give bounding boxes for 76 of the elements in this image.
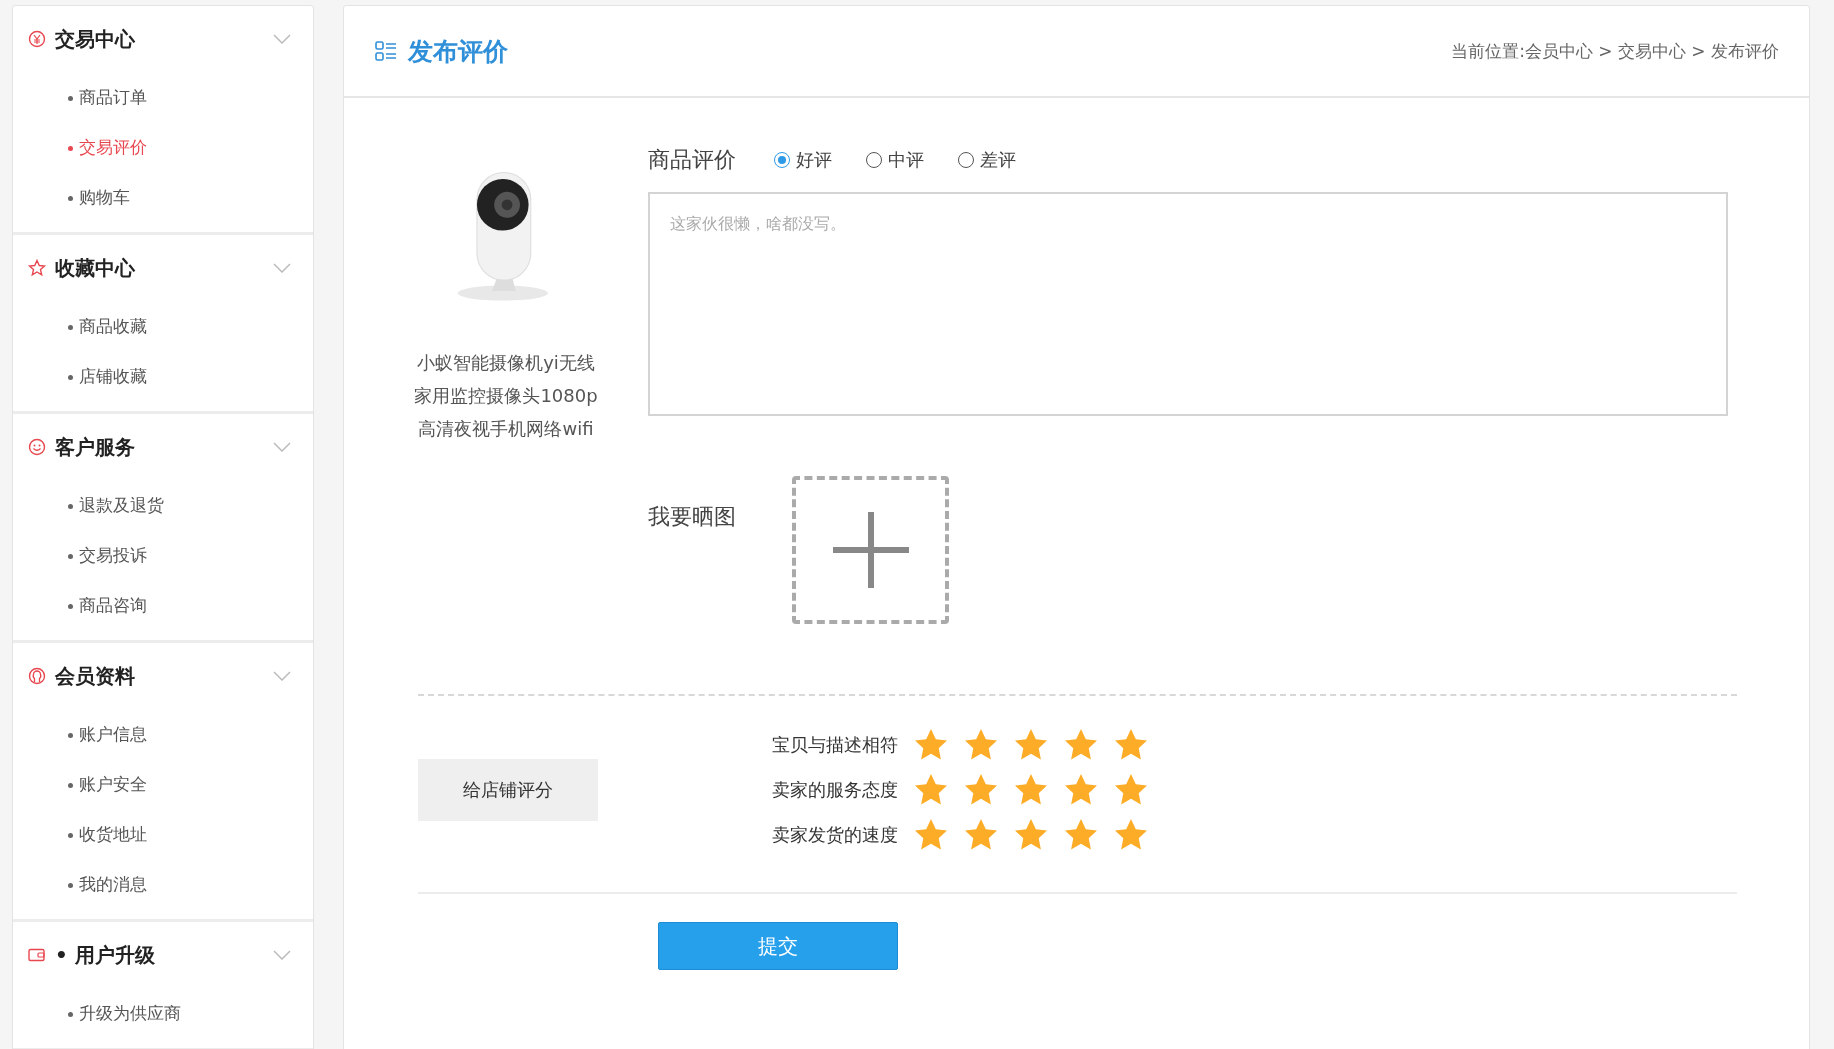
bullet-icon (68, 732, 73, 738)
star-icon[interactable] (1114, 773, 1148, 807)
radio-label: 好评 (796, 148, 832, 172)
sidebar-item[interactable]: 账户安全 (79, 774, 147, 794)
sidebar-item[interactable]: 店铺收藏 (79, 366, 147, 386)
sidebar-group-title[interactable]: 客户服务 (55, 433, 265, 461)
sidebar-group-title[interactable]: 收藏中心 (55, 254, 265, 282)
product-name: 小蚁智能摄像机yi无线 (417, 351, 595, 375)
category-icon (27, 666, 47, 686)
sidebar-group-title[interactable]: 交易中心 (55, 25, 265, 53)
page-title: 发布评价 (408, 35, 509, 68)
star-icon[interactable] (1064, 728, 1098, 762)
rating-label: 宝贝与描述相符 (771, 733, 898, 757)
star-icon[interactable] (1114, 728, 1148, 762)
bullet-icon (68, 324, 73, 330)
star-icon[interactable] (914, 818, 948, 852)
sidebar-item[interactable]: 购物车 (79, 187, 130, 207)
rating-radio[interactable]: 中评 (866, 148, 924, 172)
category-icon (27, 437, 47, 457)
sidebar-item[interactable]: 收货地址 (79, 824, 147, 844)
star-icon[interactable] (1064, 818, 1098, 852)
photo-label: 我要晒图 (648, 503, 736, 531)
bullet-icon (68, 195, 73, 201)
radio-label: 差评 (980, 148, 1016, 172)
review-input[interactable]: 这家伙很懒，啥都没写。 (648, 192, 1728, 416)
category-icon (27, 29, 47, 49)
radio-label: 中评 (888, 148, 924, 172)
bullet-icon (68, 503, 73, 509)
sidebar-item[interactable]: 商品咨询 (79, 595, 147, 615)
product-name: 高清夜视手机网络wifi (418, 417, 594, 441)
bullet-icon (68, 95, 73, 101)
rating-radio[interactable]: 好评 (774, 148, 832, 172)
bullet-icon (68, 374, 73, 380)
product-name: 家用监控摄像头1080p (414, 384, 598, 408)
sidebar-item[interactable]: 交易评价 (79, 137, 147, 157)
sidebar-item[interactable]: 商品订单 (79, 87, 147, 107)
rating-label: 卖家的服务态度 (771, 778, 898, 802)
list-icon (374, 39, 398, 63)
sidebar-group-title[interactable]: • 用户升级 (55, 941, 265, 969)
sidebar-item[interactable]: 退款及退货 (79, 495, 164, 515)
sidebar-item[interactable]: 我的消息 (79, 874, 147, 894)
review-label: 商品评价 (648, 146, 736, 174)
shop-rating-label: 给店铺评分 (418, 759, 598, 821)
bullet-icon (68, 1011, 73, 1017)
rating-label: 卖家发货的速度 (771, 823, 898, 847)
category-icon (27, 258, 47, 278)
bullet-icon (68, 603, 73, 609)
bullet-icon (68, 832, 73, 838)
star-icon[interactable] (1014, 773, 1048, 807)
sidebar-item[interactable]: 升级为供应商 (79, 1003, 181, 1023)
upload-button[interactable] (792, 476, 949, 624)
star-icon[interactable] (1014, 728, 1048, 762)
sidebar-item[interactable]: 账户信息 (79, 724, 147, 744)
bullet-icon (68, 553, 73, 559)
star-icon[interactable] (964, 818, 998, 852)
chevron-down-icon[interactable] (273, 671, 291, 681)
rating-radio[interactable]: 差评 (958, 148, 1016, 172)
chevron-down-icon[interactable] (273, 263, 291, 273)
star-icon[interactable] (1014, 818, 1048, 852)
star-icon[interactable] (914, 773, 948, 807)
bullet-icon (68, 145, 73, 151)
breadcrumb: 当前位置:会员中心 > 交易中心 > 发布评价 (1451, 39, 1779, 63)
sidebar-item[interactable]: 商品收藏 (79, 316, 147, 336)
chevron-down-icon[interactable] (273, 950, 291, 960)
chevron-down-icon[interactable] (273, 442, 291, 452)
star-icon[interactable] (964, 728, 998, 762)
chevron-down-icon[interactable] (273, 34, 291, 44)
star-icon[interactable] (964, 773, 998, 807)
bullet-icon (68, 782, 73, 788)
sidebar-group-title[interactable]: 会员资料 (55, 662, 265, 690)
sidebar-item[interactable]: 交易投诉 (79, 545, 147, 565)
plus-icon (830, 510, 911, 590)
bullet-icon (68, 882, 73, 888)
star-icon[interactable] (914, 728, 948, 762)
star-icon[interactable] (1064, 773, 1098, 807)
star-icon[interactable] (1114, 818, 1148, 852)
